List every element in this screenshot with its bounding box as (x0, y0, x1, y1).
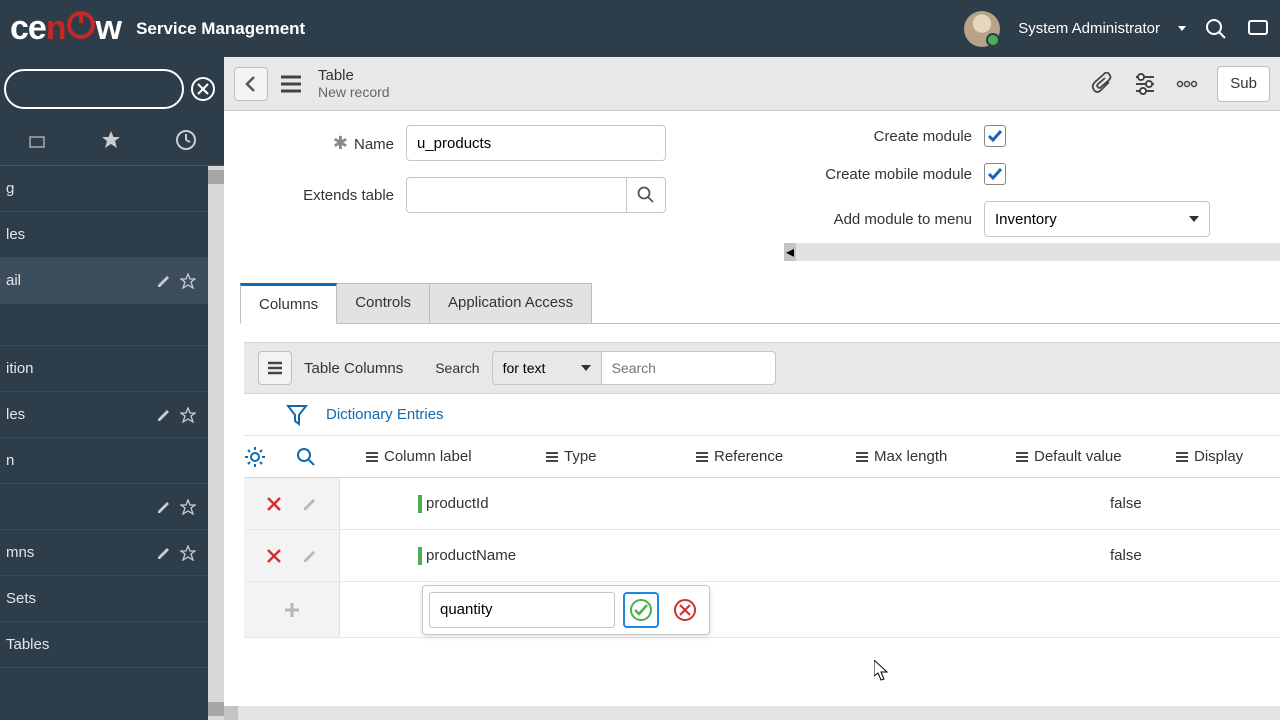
avatar[interactable] (964, 11, 1000, 47)
search-mode-select[interactable]: for text (492, 351, 602, 385)
confirm-button[interactable] (623, 592, 659, 628)
user-name[interactable]: System Administrator (1018, 20, 1160, 37)
th-reference[interactable]: Reference (696, 448, 856, 465)
table-header-row: Column label Type Reference Max length D… (244, 436, 1280, 478)
record-type-label: Table (318, 67, 390, 84)
nav-scrollbar[interactable] (208, 166, 224, 720)
tabs: Columns Controls Application Access (224, 283, 1280, 324)
nav-item[interactable]: n (0, 438, 224, 484)
columns-search-input[interactable] (602, 351, 776, 385)
chevron-down-icon[interactable] (1178, 26, 1186, 31)
chevron-down-icon (581, 365, 591, 371)
lookup-button[interactable] (626, 177, 666, 213)
table-row: productName false (244, 530, 1280, 582)
nav-item[interactable]: Tables (0, 622, 224, 668)
th-default-value[interactable]: Default value (1016, 448, 1176, 465)
add-row-button[interactable] (244, 582, 340, 637)
add-row (244, 582, 1280, 638)
top-bar: cenw Service Management System Administr… (0, 0, 1280, 57)
nav-item[interactable] (0, 304, 224, 346)
nav-item[interactable]: ail (0, 258, 224, 304)
logo: cenw (10, 9, 121, 48)
star-outline-icon[interactable] (180, 545, 196, 561)
columns-title: Table Columns (304, 360, 403, 377)
home-icon[interactable] (27, 129, 47, 151)
name-input[interactable] (406, 125, 666, 161)
extends-table-input[interactable] (406, 177, 626, 213)
settings-icon[interactable] (1133, 72, 1157, 96)
submit-button[interactable]: Sub (1217, 66, 1270, 102)
attachment-icon[interactable] (1091, 72, 1115, 96)
star-outline-icon[interactable] (180, 499, 196, 515)
cell-column-label[interactable]: productId (426, 495, 489, 512)
history-icon[interactable] (175, 129, 197, 151)
create-mobile-checkbox[interactable] (984, 163, 1006, 185)
nav-filter-input[interactable] (4, 69, 184, 109)
create-module-checkbox[interactable] (984, 125, 1006, 147)
new-column-input[interactable] (429, 592, 615, 628)
add-menu-select[interactable]: Inventory (984, 201, 1210, 237)
star-outline-icon[interactable] (180, 407, 196, 423)
nav-item[interactable]: mns (0, 530, 224, 576)
tab-app-access[interactable]: Application Access (430, 283, 592, 324)
pencil-icon[interactable] (156, 545, 172, 561)
th-type[interactable]: Type (546, 448, 696, 465)
th-display[interactable]: Display (1176, 448, 1256, 465)
cell-display[interactable]: false (1110, 495, 1142, 512)
create-module-label: Create module (772, 128, 972, 145)
nav-item[interactable]: Sets (0, 576, 224, 622)
cell-display[interactable]: false (1110, 547, 1142, 564)
back-button[interactable] (234, 67, 268, 101)
context-menu-icon[interactable] (278, 73, 304, 95)
table-row: productId false (244, 478, 1280, 530)
search-label: Search (435, 360, 479, 376)
filter-icon[interactable] (286, 403, 308, 427)
tab-columns[interactable]: Columns (240, 283, 337, 324)
record-toolbar: Table New record Sub (224, 57, 1280, 111)
search-icon[interactable] (1204, 17, 1228, 41)
required-icon: ✱ (333, 133, 348, 153)
nav-item[interactable]: g (0, 166, 224, 212)
main-horizontal-scrollbar[interactable] (224, 706, 1280, 720)
gear-icon[interactable] (244, 446, 296, 468)
left-nav: g les ail ition les n (0, 57, 224, 720)
extends-label: Extends table (244, 187, 394, 204)
list-menu-icon[interactable] (258, 351, 292, 385)
cancel-button[interactable] (667, 592, 703, 628)
pencil-icon[interactable] (156, 407, 172, 423)
delete-row-icon[interactable] (266, 496, 282, 512)
nav-item[interactable] (0, 484, 224, 530)
delete-row-icon[interactable] (266, 548, 282, 564)
edit-row-icon[interactable] (302, 496, 318, 512)
th-column-label[interactable]: Column label (366, 448, 546, 465)
nav-item[interactable]: ition (0, 346, 224, 392)
th-max-length[interactable]: Max length (856, 448, 1016, 465)
create-mobile-label: Create mobile module (772, 166, 972, 183)
record-status-label: New record (318, 84, 390, 100)
more-icon[interactable] (1175, 72, 1199, 96)
chat-icon[interactable] (1246, 17, 1270, 41)
chevron-down-icon (1189, 216, 1199, 222)
pencil-icon[interactable] (156, 273, 172, 289)
nav-item[interactable]: les (0, 212, 224, 258)
name-label: Name (354, 136, 394, 153)
search-column-icon[interactable] (296, 447, 366, 467)
main-content: Table New record Sub ✱ Name Extends table (224, 57, 1280, 720)
star-outline-icon[interactable] (180, 273, 196, 289)
columns-toolbar: Table Columns Search for text (244, 342, 1280, 394)
star-icon[interactable] (100, 129, 122, 151)
horizontal-scrollbar[interactable]: ◂ (784, 243, 1280, 261)
app-title: Service Management (136, 19, 305, 39)
cell-column-label[interactable]: productName (426, 547, 516, 564)
pencil-icon[interactable] (156, 499, 172, 515)
cursor-icon (874, 660, 892, 682)
add-menu-label: Add module to menu (772, 211, 972, 228)
tab-controls[interactable]: Controls (337, 283, 430, 324)
dictionary-entries-link[interactable]: Dictionary Entries (326, 406, 444, 423)
nav-item[interactable]: les (0, 392, 224, 438)
edit-row-icon[interactable] (302, 548, 318, 564)
clear-filter-icon[interactable] (190, 76, 216, 102)
